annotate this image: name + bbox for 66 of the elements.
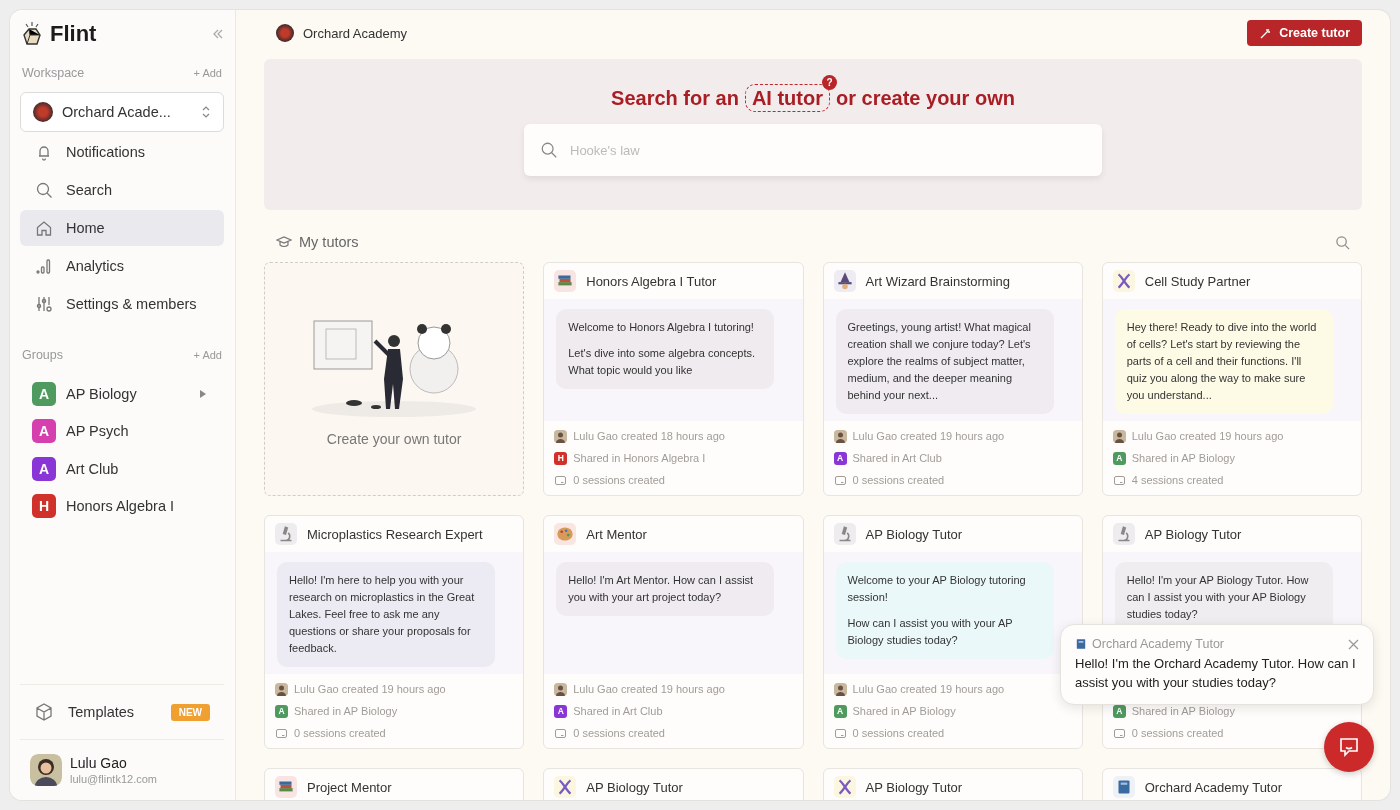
shared-text: Shared in Honors Algebra I <box>573 452 706 464</box>
sessions-text: 0 sessions created <box>852 474 945 486</box>
group-badge: H <box>554 451 568 465</box>
group-badge: A <box>833 451 847 465</box>
creator-text: Lulu Gao created 19 hours ago <box>852 683 1005 695</box>
sessions-text: 0 sessions created <box>294 727 386 739</box>
message-text: Hey there! Ready to dive into the world of cells? Let's start by reviewing the parts of a cell and their functions. I'll quiz you along the way to make sure you understand... <box>1126 320 1318 403</box>
message-text: Welcome to your AP Biology tutoring session! <box>847 573 1027 605</box>
shared-text: Shared in AP Biology <box>294 705 398 717</box>
shared-text: Shared in AP Biology <box>852 705 956 717</box>
message-text: Hello! I'm your AP Biology Tutor. How can I assist you with your AP Biology studies today? <box>1126 573 1310 622</box>
new-badge: NEW <box>170 703 210 721</box>
creator-text: Lulu Gao created 19 hours ago <box>573 683 725 695</box>
tutor-title: AP Biology Tutor <box>1144 526 1242 542</box>
group-name: AP Psych <box>66 423 129 439</box>
brand-name: Flint <box>50 21 97 47</box>
group-badge: A <box>833 704 847 718</box>
tutor-title: Orchard Academy Tutor <box>1144 779 1283 795</box>
sessions-text: 0 sessions created <box>1131 727 1224 739</box>
shared-text: Shared in Art Club <box>852 452 942 464</box>
shared-text: Shared in Art Club <box>573 705 663 717</box>
tutor-title: Art Mentor <box>586 526 647 542</box>
popup-title: Orchard Academy Tutor <box>1092 637 1224 651</box>
user-email: lulu@flintk12.com <box>70 773 157 785</box>
sessions-text: 0 sessions created <box>573 727 665 739</box>
headline-text: or create your own <box>836 87 1015 110</box>
section-label: Workspace <box>22 66 85 80</box>
sessions-text: 4 sessions created <box>1131 474 1224 486</box>
message-text: Welcome to Honors Algebra I tutoring! <box>568 320 755 335</box>
tutor-title: Art Wizard Brainstorming <box>865 273 1010 289</box>
message-text: Hello! I'm here to help you with your research on microplastics in the Great Lakes. Feel free to ask me any questions or share your proposals for feedback. <box>289 573 476 656</box>
group-badge: H <box>32 494 56 518</box>
creator-text: Lulu Gao created 19 hours ago <box>294 683 446 695</box>
creator-text: Lulu Gao created 19 hours ago <box>1131 430 1284 442</box>
group-badge: A <box>275 704 288 718</box>
group-badge: A <box>554 704 568 718</box>
create-tutor-label: Create your own tutor <box>326 431 462 447</box>
sessions-text: 0 sessions created <box>573 474 665 486</box>
tutor-title: Honors Algebra I Tutor <box>586 273 717 289</box>
tutor-title: Microplastics Research Expert <box>307 526 483 542</box>
user-name: Lulu Gao <box>70 755 128 771</box>
group-name: Honors Algebra I <box>66 498 174 514</box>
tutor-title: AP Biology Tutor <box>865 526 963 542</box>
tutor-title: Project Mentor <box>307 779 392 795</box>
tutor-title: Cell Study Partner <box>1144 273 1251 289</box>
sessions-text: 0 sessions created <box>852 727 945 739</box>
group-badge: A <box>32 419 56 443</box>
group-name: Art Club <box>66 460 119 477</box>
message-text: How can I assist you with your AP Biology studies today? <box>847 616 1014 648</box>
creator-text: Lulu Gao created 19 hours ago <box>852 430 1005 442</box>
tutor-title: AP Biology Tutor <box>586 779 683 795</box>
shared-text: Shared in AP Biology <box>1131 705 1235 717</box>
message-text: Greetings, young artist! What magical creation shall we conjure today? Let's explore the realms of subject matter, medium, and the deeper meaning behind your next... <box>847 320 1032 403</box>
group-badge: A <box>1112 451 1126 465</box>
group-name: AP Biology <box>66 385 137 402</box>
headline-text: Search for an <box>611 87 739 110</box>
section-title: My tutors <box>299 234 359 250</box>
group-badge: A <box>32 456 56 481</box>
org-name: Orchard Academy <box>303 25 408 41</box>
shared-text: Shared in AP Biology <box>1131 452 1235 464</box>
message-text: Let's dive into some algebra concepts. What topic would you like <box>568 346 756 378</box>
tutor-title: AP Biology Tutor <box>865 779 963 795</box>
message-text: Hello! I'm Art Mentor. How can I assist you with your art project today? <box>568 573 755 605</box>
creator-text: Lulu Gao created 18 hours ago <box>573 430 725 442</box>
section-label: Groups <box>22 348 63 362</box>
group-badge: A <box>32 381 56 406</box>
